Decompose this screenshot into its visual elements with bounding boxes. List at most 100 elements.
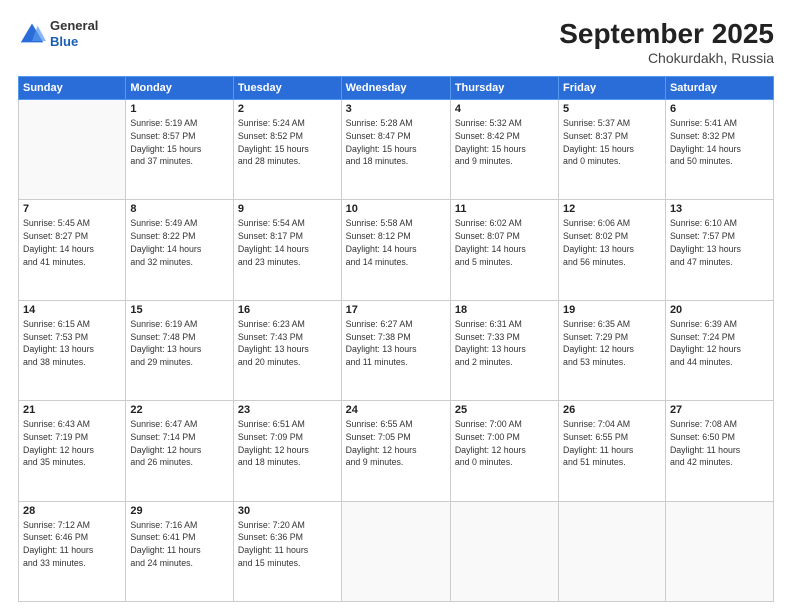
calendar-cell: 21 Sunrise: 6:43 AMSunset: 7:19 PMDayligh… (19, 401, 126, 501)
calendar-cell: 27 Sunrise: 7:08 AMSunset: 6:50 PMDayligh… (665, 401, 773, 501)
calendar-week-row: 21 Sunrise: 6:43 AMSunset: 7:19 PMDayligh… (19, 401, 774, 501)
day-number: 8 (130, 203, 229, 215)
day-info: Sunrise: 6:27 AMSunset: 7:38 PMDaylight:… (346, 318, 446, 369)
calendar-cell: 9 Sunrise: 5:54 AMSunset: 8:17 PMDaylight… (233, 200, 341, 300)
calendar-cell: 6 Sunrise: 5:41 AMSunset: 8:32 PMDaylight… (665, 100, 773, 200)
calendar-week-row: 1 Sunrise: 5:19 AMSunset: 8:57 PMDaylight… (19, 100, 774, 200)
day-info: Sunrise: 5:24 AMSunset: 8:52 PMDaylight:… (238, 117, 337, 168)
calendar-cell: 22Sunrise: 6:47 AMSunset: 7:14 PMDayligh… (126, 401, 234, 501)
day-number: 13 (670, 203, 769, 215)
day-number: 24 (346, 404, 446, 416)
weekday-header: Tuesday (233, 77, 341, 100)
calendar-cell: 16Sunrise: 6:23 AMSunset: 7:43 PMDayligh… (233, 300, 341, 400)
day-info: Sunrise: 6:15 AMSunset: 7:53 PMDaylight:… (23, 318, 121, 369)
day-number: 27 (670, 404, 769, 416)
logo-general-text: General (50, 18, 98, 34)
day-info: Sunrise: 6:43 AMSunset: 7:19 PMDaylight:… (23, 418, 121, 469)
calendar-cell: 7 Sunrise: 5:45 AMSunset: 8:27 PMDaylight… (19, 200, 126, 300)
calendar-cell: 12Sunrise: 6:06 AMSunset: 8:02 PMDayligh… (559, 200, 666, 300)
logo-blue-text: Blue (50, 34, 98, 50)
day-number: 11 (455, 203, 554, 215)
day-number: 5 (563, 103, 661, 115)
header: General Blue September 2025 Chokurdakh, … (18, 18, 774, 66)
calendar-table: SundayMondayTuesdayWednesdayThursdayFrid… (18, 76, 774, 602)
day-info: Sunrise: 7:16 AMSunset: 6:41 PMDaylight:… (130, 519, 229, 570)
day-number: 6 (670, 103, 769, 115)
day-info: Sunrise: 7:00 AMSunset: 7:00 PMDaylight:… (455, 418, 554, 469)
calendar-cell: 3Sunrise: 5:28 AMSunset: 8:47 PMDaylight… (341, 100, 450, 200)
day-number: 1 (130, 103, 229, 115)
day-info: Sunrise: 5:19 AMSunset: 8:57 PMDaylight:… (130, 117, 229, 168)
day-number: 21 (23, 404, 121, 416)
day-number: 15 (130, 304, 229, 316)
calendar-cell (450, 501, 558, 601)
calendar-cell (19, 100, 126, 200)
day-number: 20 (670, 304, 769, 316)
day-number: 29 (130, 505, 229, 517)
day-info: Sunrise: 6:51 AMSunset: 7:09 PMDaylight:… (238, 418, 337, 469)
calendar-cell: 2 Sunrise: 5:24 AMSunset: 8:52 PMDaylight… (233, 100, 341, 200)
logo-text: General Blue (50, 18, 98, 49)
weekday-header: Thursday (450, 77, 558, 100)
day-info: Sunrise: 5:49 AMSunset: 8:22 PMDaylight:… (130, 217, 229, 268)
calendar-cell: 19Sunrise: 6:35 AMSunset: 7:29 PMDayligh… (559, 300, 666, 400)
day-info: Sunrise: 5:32 AMSunset: 8:42 PMDaylight:… (455, 117, 554, 168)
calendar-cell: 20 Sunrise: 6:39 AMSunset: 7:24 PMDayligh… (665, 300, 773, 400)
day-number: 14 (23, 304, 121, 316)
day-number: 4 (455, 103, 554, 115)
day-number: 23 (238, 404, 337, 416)
calendar-cell (559, 501, 666, 601)
day-number: 18 (455, 304, 554, 316)
logo-icon (18, 20, 46, 48)
calendar-cell: 10Sunrise: 5:58 AMSunset: 8:12 PMDayligh… (341, 200, 450, 300)
day-info: Sunrise: 6:47 AMSunset: 7:14 PMDaylight:… (130, 418, 229, 469)
day-info: Sunrise: 6:02 AMSunset: 8:07 PMDaylight:… (455, 217, 554, 268)
calendar-cell (341, 501, 450, 601)
calendar-cell: 23 Sunrise: 6:51 AMSunset: 7:09 PMDayligh… (233, 401, 341, 501)
day-info: Sunrise: 6:06 AMSunset: 8:02 PMDaylight:… (563, 217, 661, 268)
day-info: Sunrise: 5:41 AMSunset: 8:32 PMDaylight:… (670, 117, 769, 168)
calendar-cell: 17 Sunrise: 6:27 AMSunset: 7:38 PMDayligh… (341, 300, 450, 400)
day-info: Sunrise: 5:58 AMSunset: 8:12 PMDaylight:… (346, 217, 446, 268)
calendar-cell: 24 Sunrise: 6:55 AMSunset: 7:05 PMDayligh… (341, 401, 450, 501)
calendar-week-row: 7 Sunrise: 5:45 AMSunset: 8:27 PMDaylight… (19, 200, 774, 300)
day-info: Sunrise: 5:54 AMSunset: 8:17 PMDaylight:… (238, 217, 337, 268)
page: General Blue September 2025 Chokurdakh, … (0, 0, 792, 612)
weekday-header: Sunday (19, 77, 126, 100)
day-number: 30 (238, 505, 337, 517)
day-number: 16 (238, 304, 337, 316)
weekday-header: Saturday (665, 77, 773, 100)
day-info: Sunrise: 7:12 AMSunset: 6:46 PMDaylight:… (23, 519, 121, 570)
day-info: Sunrise: 5:45 AMSunset: 8:27 PMDaylight:… (23, 217, 121, 268)
location: Chokurdakh, Russia (559, 50, 774, 66)
day-number: 7 (23, 203, 121, 215)
weekday-header: Friday (559, 77, 666, 100)
day-info: Sunrise: 6:55 AMSunset: 7:05 PMDaylight:… (346, 418, 446, 469)
day-info: Sunrise: 6:39 AMSunset: 7:24 PMDaylight:… (670, 318, 769, 369)
day-info: Sunrise: 6:31 AMSunset: 7:33 PMDaylight:… (455, 318, 554, 369)
day-info: Sunrise: 5:28 AMSunset: 8:47 PMDaylight:… (346, 117, 446, 168)
day-info: Sunrise: 6:10 AMSunset: 7:57 PMDaylight:… (670, 217, 769, 268)
calendar-cell: 5Sunrise: 5:37 AMSunset: 8:37 PMDaylight… (559, 100, 666, 200)
day-number: 9 (238, 203, 337, 215)
day-number: 26 (563, 404, 661, 416)
calendar-cell: 11 Sunrise: 6:02 AMSunset: 8:07 PMDayligh… (450, 200, 558, 300)
day-info: Sunrise: 7:08 AMSunset: 6:50 PMDaylight:… (670, 418, 769, 469)
calendar-cell: 15 Sunrise: 6:19 AMSunset: 7:48 PMDayligh… (126, 300, 234, 400)
calendar-cell: 4 Sunrise: 5:32 AMSunset: 8:42 PMDaylight… (450, 100, 558, 200)
month-title: September 2025 (559, 18, 774, 50)
weekday-header-row: SundayMondayTuesdayWednesdayThursdayFrid… (19, 77, 774, 100)
weekday-header: Wednesday (341, 77, 450, 100)
day-info: Sunrise: 6:19 AMSunset: 7:48 PMDaylight:… (130, 318, 229, 369)
calendar-cell: 18 Sunrise: 6:31 AMSunset: 7:33 PMDayligh… (450, 300, 558, 400)
calendar-cell: 26 Sunrise: 7:04 AMSunset: 6:55 PMDayligh… (559, 401, 666, 501)
title-block: September 2025 Chokurdakh, Russia (559, 18, 774, 66)
calendar-cell: 1 Sunrise: 5:19 AMSunset: 8:57 PMDaylight… (126, 100, 234, 200)
calendar-cell (665, 501, 773, 601)
day-number: 17 (346, 304, 446, 316)
day-info: Sunrise: 6:35 AMSunset: 7:29 PMDaylight:… (563, 318, 661, 369)
calendar-cell: 30Sunrise: 7:20 AMSunset: 6:36 PMDayligh… (233, 501, 341, 601)
day-number: 2 (238, 103, 337, 115)
day-info: Sunrise: 7:04 AMSunset: 6:55 PMDaylight:… (563, 418, 661, 469)
calendar-cell: 29 Sunrise: 7:16 AMSunset: 6:41 PMDayligh… (126, 501, 234, 601)
